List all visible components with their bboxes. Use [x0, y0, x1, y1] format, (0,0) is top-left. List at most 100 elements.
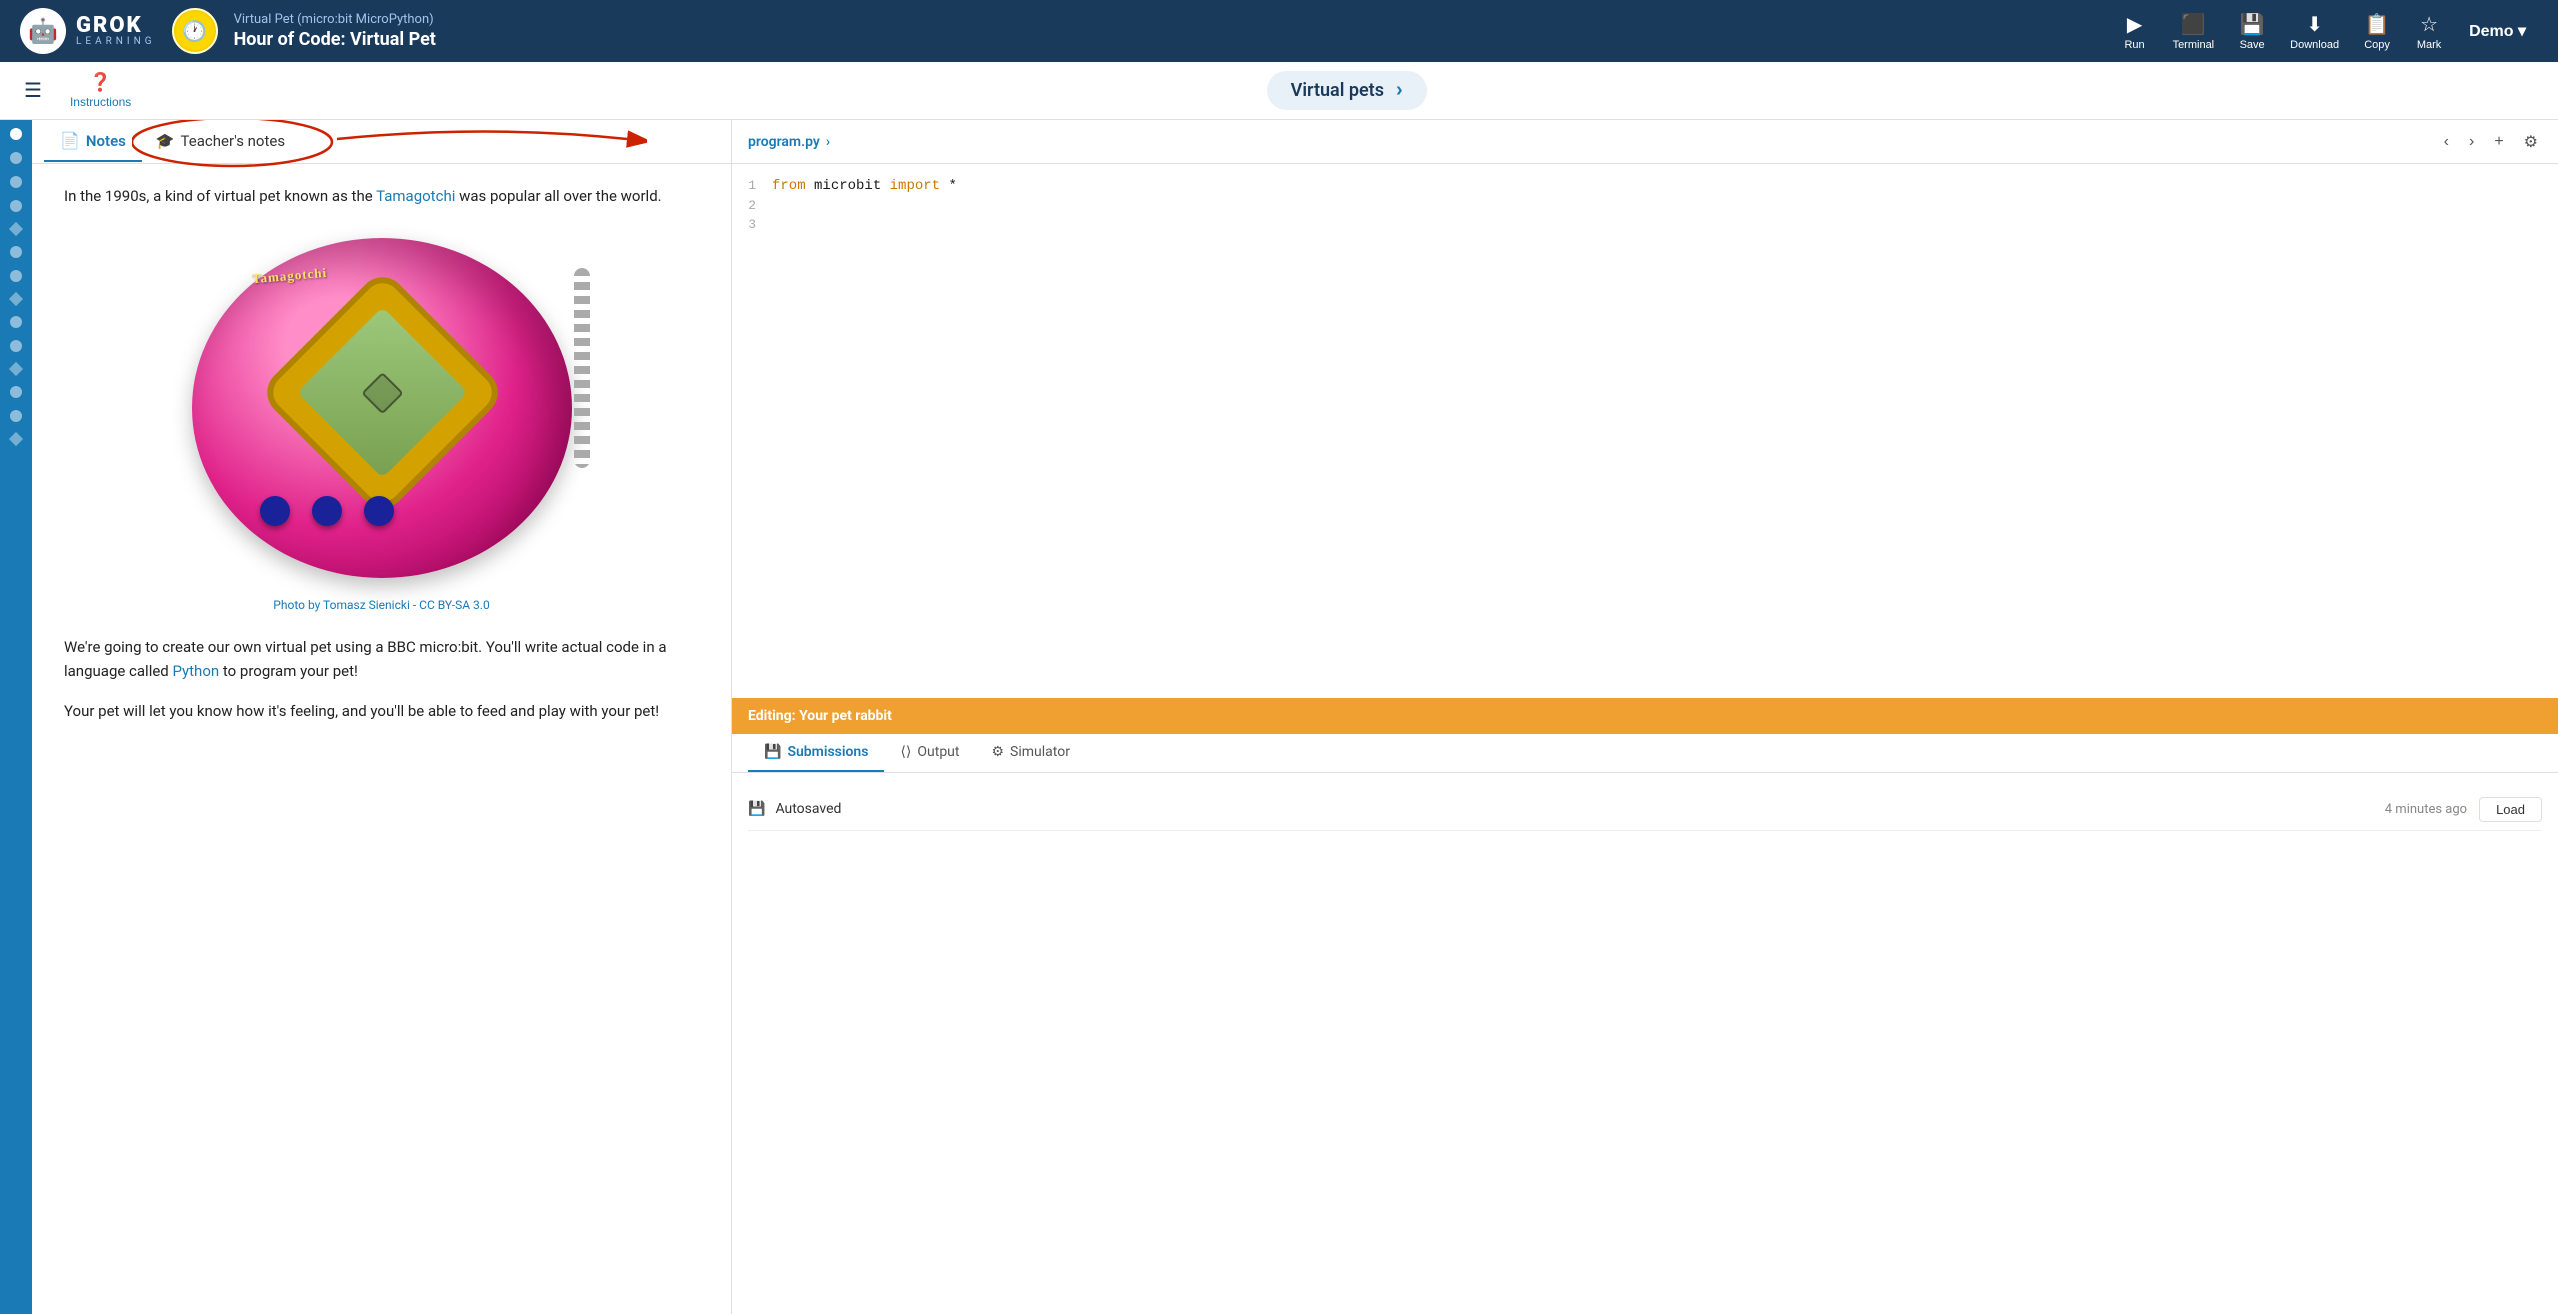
logo-text: GROK LEARNING — [76, 15, 156, 47]
graduation-icon: 🎓 — [156, 132, 175, 150]
instructions-button[interactable]: ❓ Instructions — [62, 68, 139, 113]
download-button[interactable]: ⬇ Download — [2280, 6, 2349, 57]
settings-button[interactable]: ⚙ — [2520, 128, 2542, 156]
sidebar-item-11[interactable] — [9, 362, 23, 376]
autosaved-row: 💾 Autosaved 4 minutes ago Load — [748, 789, 2542, 831]
load-button[interactable]: Load — [2479, 797, 2542, 822]
code-content-1: from microbit import * — [772, 178, 957, 194]
hamburger-button[interactable]: ☰ — [16, 74, 50, 107]
tab-submissions[interactable]: 💾 Submissions — [748, 734, 884, 772]
button-left — [260, 496, 290, 526]
sidebar-item-7[interactable] — [10, 270, 22, 282]
intro-paragraph: In the 1990s, a kind of virtual pet know… — [64, 184, 699, 208]
nav-forward-button[interactable]: › — [2465, 129, 2478, 155]
sidebar-item-14[interactable] — [9, 432, 23, 446]
button-right — [364, 496, 394, 526]
import-star: * — [948, 178, 956, 194]
demo-button[interactable]: Demo ▾ — [2457, 15, 2538, 47]
line-number-2: 2 — [732, 198, 772, 213]
save-button[interactable]: 💾 Save — [2228, 6, 2276, 57]
mark-button[interactable]: ☆ Mark — [2405, 6, 2453, 57]
submissions-area: 💾 Autosaved 4 minutes ago Load — [732, 773, 2558, 1314]
nav-right: ▶ Run ⬛ Terminal 💾 Save ⬇ Download 📋 Cop… — [2111, 6, 2538, 57]
code-editor[interactable]: 1 from microbit import * 2 3 — [732, 164, 2558, 698]
course-info: Virtual Pet (micro:bit MicroPython) Hour… — [234, 12, 436, 50]
tamagotchi-text: Tamagotchi — [251, 263, 328, 290]
sidebar-item-12[interactable] — [10, 386, 22, 398]
code-line-2: 2 — [732, 196, 2558, 215]
para2: We're going to create our own virtual pe… — [64, 635, 699, 683]
logo-grok: GROK — [76, 15, 156, 37]
sidebar-item-8[interactable] — [9, 292, 23, 306]
right-panel: program.py › ‹ › + ⚙ 1 from microbit imp… — [732, 120, 2558, 1314]
save-icon: 💾 — [2240, 12, 2265, 37]
autosaved-icon: 💾 — [748, 801, 765, 817]
tamagotchi-link[interactable]: Tamagotchi — [376, 187, 455, 205]
sidebar-item-4[interactable] — [10, 200, 22, 212]
question-icon: ❓ — [89, 72, 111, 93]
autosaved-right: 4 minutes ago Load — [2385, 797, 2542, 822]
python-link[interactable]: Python — [172, 662, 219, 680]
tamagotchi-illustration: Tamagotchi — [172, 228, 592, 588]
tabs-bar: 📄 Notes 🎓 Teacher's notes — [32, 120, 731, 164]
button-center — [312, 496, 342, 526]
line-number-3: 3 — [732, 217, 772, 232]
sidebar-item-2[interactable] — [10, 152, 22, 164]
course-subtitle: Virtual Pet (micro:bit MicroPython) — [234, 12, 436, 27]
tab-notes[interactable]: 📄 Notes — [44, 121, 142, 162]
tab-output[interactable]: ⟨⟩ Output — [884, 734, 975, 772]
editing-bar: Editing: Your pet rabbit — [732, 698, 2558, 734]
annotation-container: 🎓 Teacher's notes — [142, 124, 299, 160]
editor-controls: ‹ › + ⚙ — [2440, 128, 2542, 156]
add-file-button[interactable]: + — [2490, 129, 2507, 155]
lesson-next-button[interactable]: › — [1396, 79, 1403, 102]
download-icon: ⬇ — [2306, 12, 2323, 37]
logo-area: 🤖 GROK LEARNING — [20, 8, 156, 54]
sidebar-item-6[interactable] — [10, 246, 22, 258]
lesson-title-pill: Virtual pets › — [1267, 71, 1427, 110]
course-title: Hour of Code: Virtual Pet — [234, 29, 436, 50]
arrow-annotation — [327, 120, 647, 164]
time-ago: 4 minutes ago — [2385, 802, 2467, 817]
code-line-3: 3 — [732, 215, 2558, 234]
simulator-icon: ⚙ — [991, 744, 1004, 760]
second-toolbar: ☰ ❓ Instructions Virtual pets › — [0, 62, 2558, 120]
terminal-button[interactable]: ⬛ Terminal — [2163, 6, 2225, 57]
sidebar-item-5[interactable] — [9, 222, 23, 236]
copy-button[interactable]: 📋 Copy — [2353, 6, 2401, 57]
tab-simulator[interactable]: ⚙ Simulator — [975, 734, 1085, 772]
run-button[interactable]: ▶ Run — [2111, 6, 2159, 57]
screen-inner — [296, 307, 467, 478]
sidebar-item-10[interactable] — [10, 340, 22, 352]
tamagotchi-body: Tamagotchi — [192, 238, 572, 578]
sidebar-item-9[interactable] — [10, 316, 22, 328]
left-panel: 📄 Notes 🎓 Teacher's notes — [32, 120, 732, 1314]
module-name: microbit — [814, 178, 890, 194]
sidebar — [0, 120, 32, 1314]
photo-credit: Photo by Tomasz Sienicki - CC BY-SA 3.0 — [273, 596, 489, 615]
sidebar-item-3[interactable] — [10, 176, 22, 188]
line-number-1: 1 — [732, 178, 772, 193]
file-breadcrumb: program.py › — [748, 134, 830, 150]
autosaved-label: Autosaved — [775, 801, 841, 817]
top-navigation: 🤖 GROK LEARNING 🕐 Virtual Pet (micro:bit… — [0, 0, 2558, 62]
image-container: Tamagotchi Photo by Tomasz Sienicki - CC… — [64, 228, 699, 615]
nav-left: 🤖 GROK LEARNING 🕐 Virtual Pet (micro:bit… — [20, 8, 436, 54]
output-icon: ⟨⟩ — [900, 744, 911, 760]
tab-teachers-notes[interactable]: 🎓 Teacher's notes — [142, 124, 299, 160]
keyword-from: from — [772, 178, 806, 194]
lesson-title: Virtual pets — [1291, 80, 1384, 101]
panel-content: In the 1990s, a kind of virtual pet know… — [32, 164, 731, 1314]
notes-icon: 📄 — [60, 131, 80, 150]
keyword-import: import — [890, 178, 940, 194]
sidebar-item-13[interactable] — [10, 410, 22, 422]
code-line-1: 1 from microbit import * — [732, 176, 2558, 196]
para3: Your pet will let you know how it's feel… — [64, 699, 699, 723]
nav-back-button[interactable]: ‹ — [2440, 129, 2453, 155]
sidebar-item-1[interactable] — [10, 128, 22, 140]
mark-icon: ☆ — [2420, 12, 2438, 37]
screen-creature — [361, 371, 403, 413]
chain — [574, 268, 590, 468]
breadcrumb-arrow: › — [826, 134, 830, 150]
terminal-icon: ⬛ — [2181, 12, 2206, 37]
